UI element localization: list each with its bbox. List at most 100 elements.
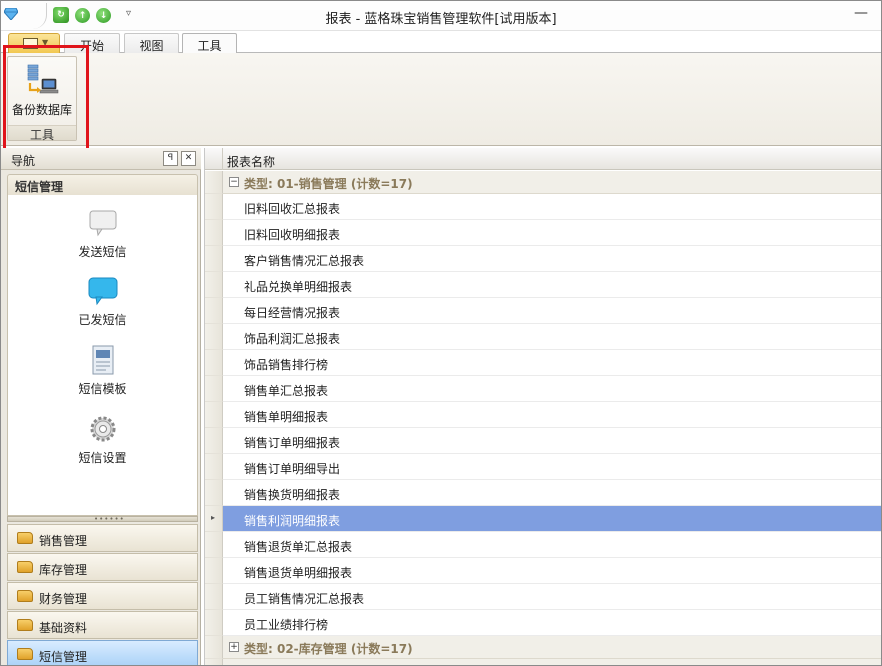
grip-dots: •••••• [94,515,125,523]
row-indicator[interactable] [205,350,223,376]
table-row[interactable]: 员工销售情况汇总报表 [223,584,881,610]
row-indicator[interactable] [205,194,223,220]
report-name-cell: 旧料回收明细报表 [244,228,341,242]
report-name-cell: 销售单汇总报表 [244,384,329,398]
group-row[interactable]: − 类型: 01-销售管理 (计数=17) [223,171,881,194]
folder-icon [17,561,33,573]
sms-panel: 发送短信 已发短信 短信模板 短信设置 [7,195,198,516]
row-indicator[interactable] [205,376,223,402]
nav-category-finance[interactable]: 财务管理 [7,582,198,610]
tab-view[interactable]: 视图 [124,33,179,53]
ribbon-tab-bar: ▼ 开始 视图 工具 [1,31,881,55]
tab-start[interactable]: 开始 [64,33,120,53]
report-name-cell: 销售订单明细报表 [244,436,341,450]
row-indicator[interactable] [205,324,223,350]
section-title: 短信管理 [15,180,64,194]
table-row[interactable]: 销售利润明细报表 [223,506,881,532]
row-indicator[interactable] [205,298,223,324]
table-row[interactable]: 饰品利润汇总报表 [223,324,881,350]
send-sms-item[interactable]: 发送短信 [8,207,197,271]
row-indicator[interactable] [205,584,223,610]
report-name-cell: 饰品利润汇总报表 [244,332,341,346]
table-row[interactable]: 饰品销售排行榜 [223,350,881,376]
send-sms-label: 发送短信 [78,245,127,259]
send-sms-icon [89,210,117,237]
nav-splitter[interactable]: •••••• [7,515,198,523]
report-name-cell: 销售换货明细报表 [244,488,341,502]
report-name-cell: 销售退货单汇总报表 [244,540,353,554]
group-row[interactable]: + 类型: 02-库存管理 (计数=17) [223,636,881,659]
row-indicator[interactable] [205,532,223,558]
report-name-cell: 销售单明细报表 [244,410,329,424]
section-header: 短信管理 [7,174,198,196]
row-indicator[interactable] [205,480,223,506]
table-row[interactable]: 员工业绩排行榜 [223,610,881,636]
nav-category-sales[interactable]: 销售管理 [7,524,198,552]
row-indicator[interactable] [205,659,223,665]
sms-template-item[interactable]: 短信模板 [8,344,197,408]
row-indicator[interactable] [205,454,223,480]
grid-corner [205,148,223,170]
nav-category-inventory[interactable]: 库存管理 [7,553,198,581]
current-row-icon: ▸ [211,513,216,522]
row-indicator[interactable] [205,220,223,246]
table-row[interactable]: 销售订单明细导出 [223,454,881,480]
row-indicator[interactable] [205,558,223,584]
report-name-cell: 员工销售情况汇总报表 [244,592,365,606]
table-row[interactable]: 销售订单明细报表 [223,428,881,454]
grid-header: 报表名称 [205,148,881,170]
sent-sms-item[interactable]: 已发短信 [8,275,197,339]
row-indicator[interactable] [205,428,223,454]
row-indicator[interactable] [205,402,223,428]
report-name-cell: 礼品兑换单明细报表 [244,280,353,294]
backup-database-icon [27,64,59,94]
table-row[interactable]: 销售换货明细报表 [223,480,881,506]
table-row[interactable]: 销售退货单明细报表 [223,558,881,584]
app-menu-button[interactable]: ▼ [8,33,60,53]
group-row[interactable]: +类型: 03-财务管理 (计数=9) [223,659,881,665]
sms-template-label: 短信模板 [78,382,127,396]
row-indicator[interactable] [205,610,223,636]
expand-icon[interactable]: + [229,642,239,652]
row-indicator[interactable] [205,272,223,298]
table-row[interactable]: 每日经营情况报表 [223,298,881,324]
row-indicator[interactable] [205,171,223,194]
nav-category-basic-data[interactable]: 基础资料 [7,611,198,639]
group-label: 类型: 02-库存管理 (计数=17) [244,642,413,656]
tab-tools[interactable]: 工具 [182,33,237,55]
sent-sms-icon [88,277,118,306]
table-row[interactable]: 销售单明细报表 [223,402,881,428]
table-row[interactable]: 礼品兑换单明细报表 [223,272,881,298]
report-name-cell: 销售订单明细导出 [244,462,341,476]
row-indicator[interactable] [205,246,223,272]
report-name-cell: 员工业绩排行榜 [244,618,329,632]
nav-category-label: 库存管理 [39,563,88,577]
nav-title: 导航 [11,154,36,168]
report-name-cell: 客户销售情况汇总报表 [244,254,365,268]
pin-icon[interactable]: ꟼ [163,151,178,166]
column-header-report-name[interactable]: 报表名称 [227,153,275,170]
table-row[interactable]: 销售退货单汇总报表 [223,532,881,558]
application-window: ↻ ↑ ↓ ▿ 报表 - 蓝格珠宝销售管理软件[试用版本] — ▼ 开始 视图 … [0,0,882,666]
row-indicator[interactable]: ▸ [205,506,223,532]
nav-category-label: 基础资料 [39,621,88,635]
sms-settings-item[interactable]: 短信设置 [8,413,197,477]
table-row[interactable]: 销售单汇总报表 [223,376,881,402]
tools-group: 备份数据库 工具 [7,56,77,142]
sent-sms-label: 已发短信 [78,313,127,327]
backup-database-button[interactable]: 备份数据库 [8,57,76,127]
report-name-cell: 旧料回收汇总报表 [244,202,341,216]
folder-icon [17,532,33,544]
table-row[interactable]: 客户销售情况汇总报表 [223,246,881,272]
table-row[interactable]: 旧料回收汇总报表 [223,194,881,220]
nav-category-label: 财务管理 [39,592,88,606]
close-icon[interactable]: ✕ [181,151,196,166]
report-grid: 报表名称 − 类型: 01-销售管理 (计数=17) 旧料回收汇总报表 旧料回收明细报… [204,148,881,665]
row-indicator[interactable] [205,636,223,659]
app-menu-icon [23,38,38,49]
table-row[interactable]: 旧料回收明细报表 [223,220,881,246]
collapse-icon[interactable]: − [229,177,239,187]
minimize-button[interactable]: — [853,5,869,21]
nav-category-sms[interactable]: 短信管理 [7,640,198,665]
sms-settings-label: 短信设置 [78,451,127,465]
